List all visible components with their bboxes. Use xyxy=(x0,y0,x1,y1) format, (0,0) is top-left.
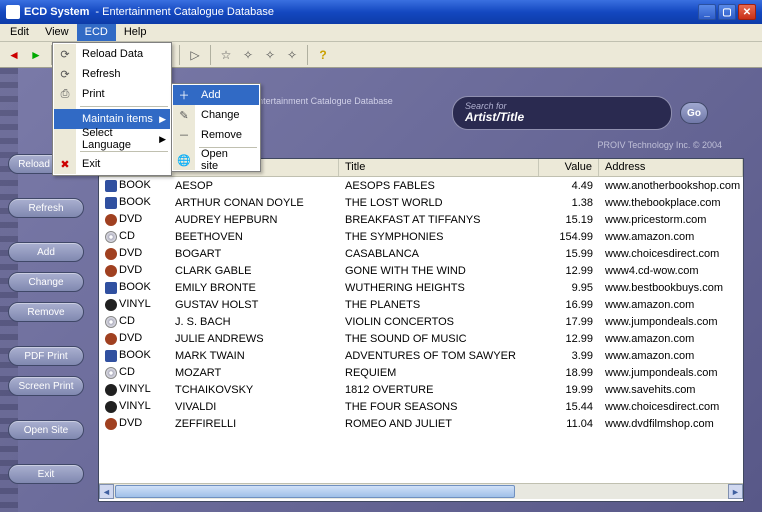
submenu-open-site[interactable]: 🌐Open site xyxy=(173,150,259,170)
dvd-icon xyxy=(105,265,117,277)
vinyl-icon xyxy=(105,401,117,413)
print-icon: ⎙ xyxy=(58,87,72,101)
vinyl-icon xyxy=(105,299,117,311)
dvd-icon xyxy=(105,333,117,345)
table-row[interactable]: VINYLTCHAIKOVSKY1812 OVERTURE19.99www.sa… xyxy=(99,381,743,398)
sidebar: Reload Data Refresh Add Change Remove PD… xyxy=(8,154,84,484)
col-title[interactable]: Title xyxy=(339,159,539,176)
dvd-icon xyxy=(105,214,117,226)
table-row[interactable]: BOOKEMILY BRONTEWUTHERING HEIGHTS9.95www… xyxy=(99,279,743,296)
titlebar: ECD System - Entertainment Catalogue Dat… xyxy=(0,0,762,24)
submenu-remove[interactable]: －Remove xyxy=(173,125,259,145)
close-button[interactable]: ✕ xyxy=(738,4,756,20)
book-icon xyxy=(105,350,117,362)
menu-refresh[interactable]: ⟳Refresh xyxy=(54,64,170,84)
title-app: ECD System xyxy=(24,6,89,18)
app-icon xyxy=(6,5,20,19)
copyright: PROIV Technology Inc. © 2004 xyxy=(597,140,722,150)
toolbar-fav3-icon[interactable]: ✧ xyxy=(282,45,302,65)
toolbar-fav1-icon[interactable]: ✧ xyxy=(238,45,258,65)
col-value[interactable]: Value xyxy=(539,159,599,176)
table-row[interactable]: DVDCLARK GABLEGONE WITH THE WIND12.99www… xyxy=(99,262,743,279)
toolbar-back-icon[interactable]: ◄ xyxy=(4,45,24,65)
ecd-dropdown: ⟳Reload Data ⟳Refresh ⎙Print Maintain it… xyxy=(52,42,172,176)
table-body: BOOKAESOPAESOPS FABLES4.49www.anotherboo… xyxy=(99,177,743,483)
menu-edit[interactable]: Edit xyxy=(2,24,37,41)
scroll-thumb[interactable] xyxy=(115,485,515,498)
sidebar-remove[interactable]: Remove xyxy=(8,302,84,322)
menu-view[interactable]: View xyxy=(37,24,77,41)
sidebar-add[interactable]: Add xyxy=(8,242,84,262)
table-row[interactable]: DVDAUDREY HEPBURNBREAKFAST AT TIFFANYS15… xyxy=(99,211,743,228)
sidebar-change[interactable]: Change xyxy=(8,272,84,292)
maximize-button[interactable]: ▢ xyxy=(718,4,736,20)
table-row[interactable]: CDJ. S. BACHVIOLIN CONCERTOS17.99www.jum… xyxy=(99,313,743,330)
title-doc: - Entertainment Catalogue Database xyxy=(95,6,274,18)
reload-icon: ⟳ xyxy=(58,47,72,61)
chevron-right-icon: ▶ xyxy=(159,114,166,125)
menu-select-language[interactable]: Select Language▶ xyxy=(54,129,170,149)
search-field-label: Artist/Title xyxy=(465,111,659,124)
sidebar-refresh[interactable]: Refresh xyxy=(8,198,84,218)
maintain-submenu: ＋Add ✎Change －Remove 🌐Open site xyxy=(171,83,261,172)
table-row[interactable]: CDMOZARTREQUIEM18.99www.jumpondeals.com xyxy=(99,364,743,381)
horizontal-scrollbar[interactable]: ◄ ► xyxy=(99,483,743,499)
table-row[interactable]: DVDJULIE ANDREWSTHE SOUND OF MUSIC12.99w… xyxy=(99,330,743,347)
book-icon xyxy=(105,180,117,192)
toolbar-help-icon[interactable]: ? xyxy=(313,45,333,65)
col-address[interactable]: Address xyxy=(599,159,743,176)
vinyl-icon xyxy=(105,384,117,396)
exit-icon: ✖ xyxy=(58,157,72,171)
menu-reload-data[interactable]: ⟳Reload Data xyxy=(54,44,170,64)
toolbar-next-icon[interactable]: ▷ xyxy=(185,45,205,65)
toolbar-forward-icon[interactable]: ► xyxy=(26,45,46,65)
search-box[interactable]: Search for Artist/Title xyxy=(452,96,672,130)
change-icon: ✎ xyxy=(177,108,191,122)
table-row[interactable]: BOOKAESOPAESOPS FABLES4.49www.anotherboo… xyxy=(99,177,743,194)
cd-icon xyxy=(105,367,117,379)
menu-maintain-items[interactable]: Maintain items▶ xyxy=(54,109,170,129)
toolbar-star-icon[interactable]: ☆ xyxy=(216,45,236,65)
table-row[interactable]: BOOKARTHUR CONAN DOYLETHE LOST WORLD1.38… xyxy=(99,194,743,211)
table-row[interactable]: DVDBOGARTCASABLANCA15.99www.choicesdirec… xyxy=(99,245,743,262)
book-icon xyxy=(105,197,117,209)
table-row[interactable]: BOOKMARK TWAINADVENTURES OF TOM SAWYER3.… xyxy=(99,347,743,364)
cd-icon xyxy=(105,316,117,328)
globe-icon: 🌐 xyxy=(177,153,191,167)
sidebar-screen-print[interactable]: Screen Print xyxy=(8,376,84,396)
menubar: Edit View ECD Help xyxy=(0,24,762,42)
minimize-button[interactable]: _ xyxy=(698,4,716,20)
sidebar-open-site[interactable]: Open Site xyxy=(8,420,84,440)
book-icon xyxy=(105,282,117,294)
scroll-right-arrow-icon[interactable]: ► xyxy=(728,484,743,499)
scroll-left-arrow-icon[interactable]: ◄ xyxy=(99,484,114,499)
chevron-right-icon: ▶ xyxy=(159,134,166,145)
submenu-add[interactable]: ＋Add xyxy=(173,85,259,105)
table-row[interactable]: DVDZEFFIRELLIROMEO AND JULIET11.04www.dv… xyxy=(99,415,743,432)
dvd-icon xyxy=(105,248,117,260)
menu-exit[interactable]: ✖Exit xyxy=(54,154,170,174)
table-panel: Format Artist Title Value Address BOOKAE… xyxy=(98,158,744,502)
sidebar-pdf-print[interactable]: PDF Print xyxy=(8,346,84,366)
brand-subtitle: Entertainment Catalogue Database xyxy=(252,96,393,106)
table-row[interactable]: VINYLGUSTAV HOLSTTHE PLANETS16.99www.ama… xyxy=(99,296,743,313)
go-button[interactable]: Go xyxy=(680,102,708,124)
menu-ecd[interactable]: ECD xyxy=(77,24,116,41)
remove-icon: － xyxy=(177,128,191,142)
table-row[interactable]: VINYLVIVALDITHE FOUR SEASONS15.44www.cho… xyxy=(99,398,743,415)
refresh-icon: ⟳ xyxy=(58,67,72,81)
dvd-icon xyxy=(105,418,117,430)
add-icon: ＋ xyxy=(177,88,191,102)
menu-print[interactable]: ⎙Print xyxy=(54,84,170,104)
table-row[interactable]: CDBEETHOVENTHE SYMPHONIES154.99www.amazo… xyxy=(99,228,743,245)
cd-icon xyxy=(105,231,117,243)
submenu-change[interactable]: ✎Change xyxy=(173,105,259,125)
toolbar-fav2-icon[interactable]: ✧ xyxy=(260,45,280,65)
sidebar-exit[interactable]: Exit xyxy=(8,464,84,484)
menu-help[interactable]: Help xyxy=(116,24,155,41)
